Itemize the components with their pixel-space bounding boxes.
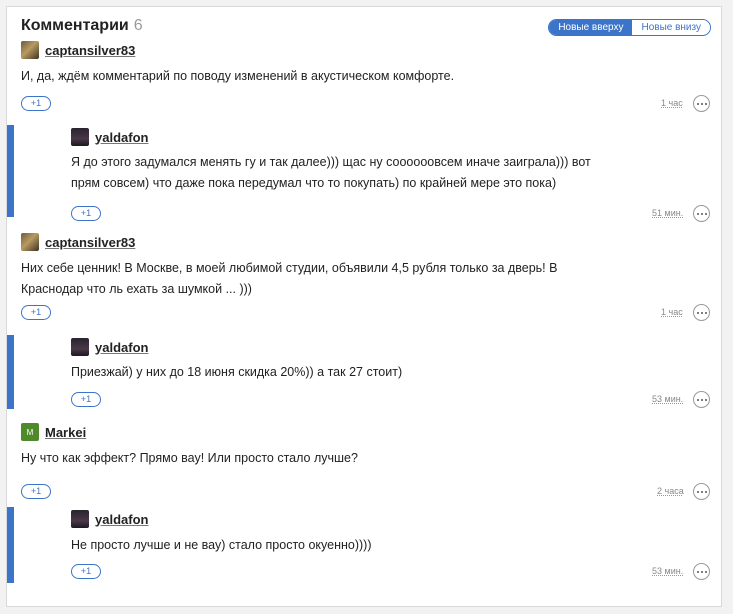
more-options-button[interactable] xyxy=(693,95,710,112)
more-dot xyxy=(704,570,707,573)
sort-newest-first-button[interactable]: Новые вверху xyxy=(549,20,633,35)
comments-count: 6 xyxy=(133,17,143,34)
author-name-link[interactable]: captansilver83 xyxy=(45,43,135,58)
sort-toggle: Новые вверху Новые внизу xyxy=(548,19,711,36)
more-dot xyxy=(700,311,703,314)
more-dot xyxy=(704,490,707,493)
comment: M Markei Ну что как эффект? Прямо вау! И… xyxy=(7,423,721,500)
more-dot xyxy=(704,398,707,401)
more-dot xyxy=(700,570,703,573)
comment: captansilver83 Них себе ценник! В Москве… xyxy=(7,233,721,325)
comment-time[interactable]: 53 мин. xyxy=(652,566,683,576)
comment-author[interactable]: captansilver83 xyxy=(21,233,135,251)
comment: captansilver83 И, да, ждём комментарий п… xyxy=(7,41,721,117)
more-dots-icon xyxy=(696,311,699,314)
comment-text: Ну что как эффект? Прямо вау! Или просто… xyxy=(21,451,358,465)
comment-text: Приезжай) у них до 18 июня скидка 20%)) … xyxy=(71,365,403,379)
reply-indicator-bar xyxy=(7,507,14,583)
more-dots-icon xyxy=(696,490,699,493)
more-dots-icon xyxy=(696,570,699,573)
comment-time[interactable]: 53 мин. xyxy=(652,394,683,404)
avatar[interactable]: M xyxy=(21,423,39,441)
more-dots-icon xyxy=(696,102,699,105)
comment-text: Не просто лучше и не вау) стало просто о… xyxy=(71,538,372,552)
comment-author[interactable]: captansilver83 xyxy=(21,41,135,59)
comment-author[interactable]: yaldafon xyxy=(71,510,148,528)
more-options-button[interactable] xyxy=(693,483,710,500)
avatar[interactable] xyxy=(21,233,39,251)
comment-text: Я до этого задумался менять гу и так дал… xyxy=(71,155,591,190)
more-options-button[interactable] xyxy=(693,563,710,580)
comment-reply: yaldafon Не просто лучше и не вау) стало… xyxy=(7,507,721,583)
comment-text: И, да, ждём комментарий по поводу измене… xyxy=(21,69,455,83)
author-name-link[interactable]: Markei xyxy=(45,425,86,440)
author-name-link[interactable]: captansilver83 xyxy=(45,235,135,250)
more-dot xyxy=(700,398,703,401)
reply-indicator-bar xyxy=(7,125,14,217)
plus-one-button[interactable]: +1 xyxy=(71,564,101,579)
comment-author[interactable]: M Markei xyxy=(21,423,86,441)
plus-one-button[interactable]: +1 xyxy=(21,484,51,499)
avatar[interactable] xyxy=(71,510,89,528)
plus-one-button[interactable]: +1 xyxy=(71,206,101,221)
comment-reply: yaldafon Я до этого задумался менять гу … xyxy=(7,125,721,222)
comment-author[interactable]: yaldafon xyxy=(71,128,148,146)
more-dot xyxy=(700,212,703,215)
author-name-link[interactable]: yaldafon xyxy=(95,130,148,145)
more-dot xyxy=(704,212,707,215)
avatar[interactable] xyxy=(21,41,39,59)
more-dots-icon xyxy=(696,212,699,215)
avatar[interactable] xyxy=(71,338,89,356)
comments-panel: Комментарии 6 Новые вверху Новые внизу ca… xyxy=(6,6,722,607)
author-name-link[interactable]: yaldafon xyxy=(95,512,148,527)
comment-time[interactable]: 2 часа xyxy=(657,486,684,496)
comment-time[interactable]: 1 час xyxy=(661,307,683,317)
avatar[interactable] xyxy=(71,128,89,146)
sort-oldest-first-button[interactable]: Новые внизу xyxy=(632,20,710,35)
author-name-link[interactable]: yaldafon xyxy=(95,340,148,355)
plus-one-button[interactable]: +1 xyxy=(21,96,51,111)
more-options-button[interactable] xyxy=(693,304,710,321)
more-options-button[interactable] xyxy=(693,391,710,408)
more-dot xyxy=(704,311,707,314)
comments-title: Комментарии xyxy=(21,17,129,34)
more-dots-icon xyxy=(696,398,699,401)
comment-author[interactable]: yaldafon xyxy=(71,338,148,356)
more-dot xyxy=(700,102,703,105)
comment-reply: yaldafon Приезжай) у них до 18 июня скид… xyxy=(7,335,721,409)
plus-one-button[interactable]: +1 xyxy=(21,305,51,320)
comments-header: Комментарии 6 Новые вверху Новые внизу xyxy=(21,17,711,41)
comment-time[interactable]: 51 мин. xyxy=(652,208,683,218)
more-options-button[interactable] xyxy=(693,205,710,222)
comment-time[interactable]: 1 час xyxy=(661,98,683,108)
plus-one-button[interactable]: +1 xyxy=(71,392,101,407)
more-dot xyxy=(704,102,707,105)
more-dot xyxy=(700,490,703,493)
comment-text: Них себе ценник! В Москве, в моей любимо… xyxy=(21,261,558,296)
reply-indicator-bar xyxy=(7,335,14,409)
